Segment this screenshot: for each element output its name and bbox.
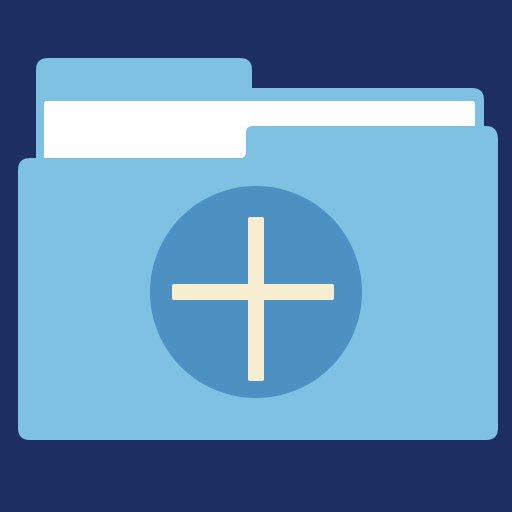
plus-horizontal-bar <box>172 284 334 300</box>
add-folder-icon-stage <box>0 0 512 512</box>
add-folder-icon <box>0 0 512 512</box>
